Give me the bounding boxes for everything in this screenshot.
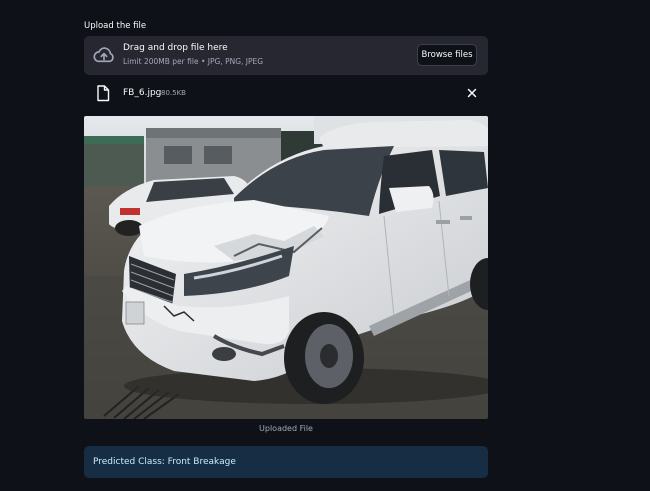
file-name: FB_6.jpg: [123, 88, 162, 98]
app-page: Upload the file Drag and drop file here …: [0, 0, 650, 491]
file-size: 80.5KB: [161, 89, 186, 97]
uploaded-image: [84, 116, 488, 419]
file-icon: [97, 85, 110, 102]
file-dropzone[interactable]: Drag and drop file here Limit 200MB per …: [84, 36, 488, 75]
image-caption: Uploaded File: [259, 424, 313, 433]
uploaded-file-row: FB_6.jpg 80.5KB: [84, 82, 488, 106]
prediction-text: Predicted Class: Front Breakage: [93, 457, 236, 467]
browse-files-button[interactable]: Browse files: [417, 44, 477, 66]
dropzone-title: Drag and drop file here: [123, 43, 228, 53]
cloud-upload-icon: [93, 47, 114, 63]
uploader-label: Upload the file: [84, 21, 147, 31]
prediction-info-box: Predicted Class: Front Breakage: [84, 446, 488, 478]
dropzone-subtitle: Limit 200MB per file • JPG, PNG, JPEG: [123, 57, 264, 66]
damaged-car-photo: [84, 116, 488, 419]
close-icon[interactable]: [465, 86, 479, 100]
